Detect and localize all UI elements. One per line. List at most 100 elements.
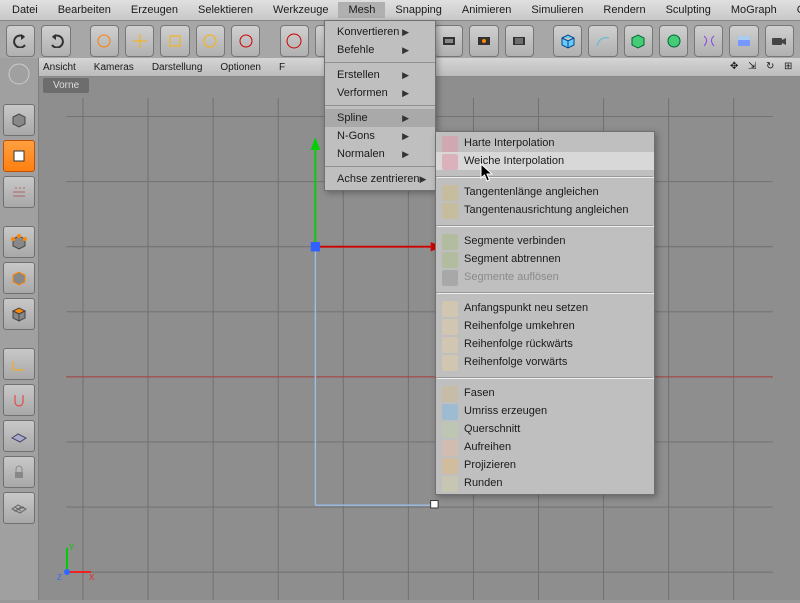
menu-selektieren[interactable]: Selektieren (188, 2, 263, 18)
render-settings-button[interactable] (505, 25, 534, 57)
menu-item-spline[interactable]: Spline▶ (325, 109, 435, 127)
svg-text:X: X (89, 573, 95, 582)
model-mode-button[interactable] (3, 140, 35, 172)
submenu-item-icon (442, 355, 458, 371)
make-editable-button[interactable] (3, 104, 35, 136)
submenu-item-icon (442, 422, 458, 438)
vp-pan-icon[interactable]: ✥ (730, 61, 742, 73)
submenu-item-segment-abtrennen[interactable]: Segment abtrennen (436, 250, 654, 268)
submenu-item-runden[interactable]: Runden (436, 474, 654, 492)
mesh-menu-dropdown[interactable]: Konvertieren▶Befehle▶ Erstellen▶Verformen… (324, 20, 436, 191)
menu-werkzeuge[interactable]: Werkzeuge (263, 2, 338, 18)
menu-erzeugen[interactable]: Erzeugen (121, 2, 188, 18)
submenu-item-icon (442, 440, 458, 456)
move-tool-button[interactable] (125, 25, 154, 57)
submenu-item-icon (442, 476, 458, 492)
workplane-button[interactable] (3, 420, 35, 452)
vp-maximize-icon[interactable]: ⊞ (784, 61, 796, 73)
select-tool-button[interactable] (90, 25, 119, 57)
spline-pen-button[interactable] (588, 25, 617, 57)
submenu-item-icon (442, 337, 458, 353)
submenu-item-tangentenl-nge-angleichen[interactable]: Tangentenlänge angleichen (436, 183, 654, 201)
x-lock-button[interactable] (280, 25, 309, 57)
rotate-tool-button[interactable] (196, 25, 225, 57)
vp-menu-options[interactable]: Optionen (220, 62, 261, 73)
menu-charak[interactable]: Charak (787, 2, 800, 18)
submenu-item-icon (442, 270, 458, 286)
menu-item-erstellen[interactable]: Erstellen▶ (325, 66, 435, 84)
spline-submenu[interactable]: Harte InterpolationWeiche Interpolation T… (435, 131, 655, 495)
primitive-cube-button[interactable] (553, 25, 582, 57)
submenu-item-icon (442, 458, 458, 474)
submenu-item-aufreihen[interactable]: Aufreihen (436, 438, 654, 456)
menu-mesh[interactable]: Mesh (338, 2, 385, 18)
menu-simulieren[interactable]: Simulieren (521, 2, 593, 18)
menu-rendern[interactable]: Rendern (593, 2, 655, 18)
main-menubar: DateiBearbeitenErzeugenSelektierenWerkze… (0, 0, 800, 21)
vp-menu-cameras[interactable]: Kameras (94, 62, 134, 73)
submenu-item-tangentenausrichtung-angleichen[interactable]: Tangentenausrichtung angleichen (436, 201, 654, 219)
vp-menu-view[interactable]: Ansicht (43, 62, 76, 73)
submenu-item-icon (442, 386, 458, 402)
submenu-item-weiche-interpolation[interactable]: Weiche Interpolation (436, 152, 654, 170)
submenu-item-segmente-verbinden[interactable]: Segmente verbinden (436, 232, 654, 250)
vp-menu-filter[interactable]: F (279, 62, 285, 73)
submenu-item-umriss-erzeugen[interactable]: Umriss erzeugen (436, 402, 654, 420)
camera-button[interactable] (765, 25, 794, 57)
scale-tool-button[interactable] (160, 25, 189, 57)
generator-button[interactable] (624, 25, 653, 57)
vp-zoom-icon[interactable]: ⇲ (748, 61, 760, 73)
submenu-item-icon (442, 252, 458, 268)
deformer-button[interactable] (694, 25, 723, 57)
menu-item-achse-zentrieren[interactable]: Achse zentrieren▶ (325, 170, 435, 188)
texture-mode-button[interactable] (3, 176, 35, 208)
menu-item-normalen[interactable]: Normalen▶ (325, 145, 435, 163)
submenu-item-harte-interpolation[interactable]: Harte Interpolation (436, 134, 654, 152)
submenu-item-icon (442, 136, 458, 152)
submenu-item-fasen[interactable]: Fasen (436, 384, 654, 402)
viewport-label: Vorne (43, 78, 89, 93)
svg-text:Y: Y (69, 543, 75, 552)
axis-gizmo: Y X Z (57, 542, 97, 582)
submenu-item-querschnitt[interactable]: Querschnitt (436, 420, 654, 438)
menu-item-verformen[interactable]: Verformen▶ (325, 84, 435, 102)
grid-button[interactable] (3, 492, 35, 524)
snap-button[interactable] (3, 384, 35, 416)
submenu-item-projizieren[interactable]: Projizieren (436, 456, 654, 474)
submenu-item-icon (442, 154, 458, 170)
render-view-button[interactable] (434, 25, 463, 57)
point-mode-button[interactable] (3, 226, 35, 258)
submenu-item-icon (442, 203, 458, 219)
undo-button[interactable] (6, 25, 35, 57)
submenu-item-reihenfolge-r-ckw-rts[interactable]: Reihenfolge rückwärts (436, 335, 654, 353)
environment-button[interactable] (729, 25, 758, 57)
submenu-item-icon (442, 319, 458, 335)
polygon-mode-button[interactable] (3, 298, 35, 330)
submenu-item-anfangspunkt-neu-setzen[interactable]: Anfangspunkt neu setzen (436, 299, 654, 317)
vp-rotate-icon[interactable]: ↻ (766, 61, 778, 73)
menu-item-konvertieren[interactable]: Konvertieren▶ (325, 23, 435, 41)
submenu-item-icon (442, 185, 458, 201)
menu-item-befehle[interactable]: Befehle▶ (325, 41, 435, 59)
lock-button[interactable] (3, 456, 35, 488)
menu-mograph[interactable]: MoGraph (721, 2, 787, 18)
menu-item-n-gons[interactable]: N-Gons▶ (325, 127, 435, 145)
svg-text:Z: Z (57, 573, 62, 582)
submenu-item-icon (442, 404, 458, 420)
axis-button[interactable] (3, 348, 35, 380)
redo-button[interactable] (41, 25, 70, 57)
edge-mode-button[interactable] (3, 262, 35, 294)
generator2-button[interactable] (659, 25, 688, 57)
viewport-nav-icons[interactable]: ✥ ⇲ ↻ ⊞ (730, 61, 796, 73)
vp-menu-display[interactable]: Darstellung (152, 62, 203, 73)
submenu-item-reihenfolge-umkehren[interactable]: Reihenfolge umkehren (436, 317, 654, 335)
menu-datei[interactable]: Datei (2, 2, 48, 18)
submenu-item-icon (442, 301, 458, 317)
menu-snapping[interactable]: Snapping (385, 2, 452, 18)
recent-tool-button[interactable] (231, 25, 260, 57)
menu-sculpting[interactable]: Sculpting (656, 2, 721, 18)
render-pv-button[interactable] (469, 25, 498, 57)
menu-bearbeiten[interactable]: Bearbeiten (48, 2, 121, 18)
menu-animieren[interactable]: Animieren (452, 2, 522, 18)
submenu-item-reihenfolge-vorw-rts[interactable]: Reihenfolge vorwärts (436, 353, 654, 371)
